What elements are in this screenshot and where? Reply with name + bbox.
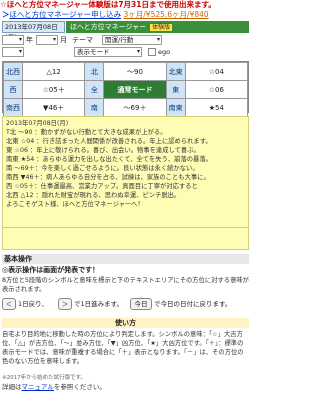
footnote: ※2017年から始めた試行版です。 [2,375,87,381]
usage-paragraph: 自宅より目的地に移動した時の方位により判定します。シンボルの意味：「☆」大吉方位… [2,331,244,365]
dir-label-north: 北 [84,62,105,81]
app-title-text: ほへと方位マネージャー [70,23,147,31]
dir-label-west: 西 [3,80,23,99]
reading-line: 南東 ★54 ：あらゆる運力を出しな出たくて、全てを失う、崩落の暴落。 [6,156,212,163]
reading-line: 北西 △12 ：隠れた財宝が現れる、思わぬ幸運、ピンチ脱出。 [6,192,181,199]
dir-value-northeast[interactable]: ☆04 [184,62,249,81]
dir-label-southwest: 南西 [3,98,23,117]
dir-value-southeast[interactable]: ★54 [184,98,249,117]
date-selector[interactable]: 2013年07月08日(月) [2,21,65,41]
trial-notice: ☆ほへと方位マネージャー体験版は7月31日まで使用出来ます。 [0,0,216,9]
reading-line: 西 ☆05＋：仕事運最高、営業力アップ。真面目に丁寧が対応すると [6,183,198,190]
trial-tag: 体験版 [150,24,173,31]
usage-text: 自宅より目的地に移動した時の方位により判定します。シンボルの意味：「☆」大吉方位… [2,330,249,366]
subscribe-prefix: ＞ [2,10,10,19]
reading-line: 北東 ☆04 ：行き詰まった人間関係が改善される。年上に認められます。 [6,138,212,145]
reading-textarea[interactable]: 2013年07月08日(月) T北 ～90 ：動かずがない行動とて大きな成果が上… [2,116,249,228]
ops-title: ◎表示操作は画面が発表です！ [2,266,100,274]
month-label: 月 [60,36,67,44]
reading-textarea-fill [2,228,249,250]
controls-row: 年 月 テーマ 開運/行動 [2,34,249,46]
today-button[interactable]: 今日 [130,298,152,310]
prev-day-text: 1日戻り、 [18,300,48,308]
manual-prefix: 詳細は [2,383,22,391]
subscribe-price[interactable]: 3ヶ月/¥525,6ヶ月/¥840 [124,10,209,19]
extra-select[interactable] [2,47,24,57]
grid-row: 西 ☆05＋ 全 通常モード 東 ☆06 [3,80,249,99]
reading-line: 南 ～69＋：今を楽しく過ごせるように。良い状態は永く続かない。 [6,165,199,172]
today-text: で今日の日付に戻ります。 [154,300,232,308]
dir-value-southwest[interactable]: ▼46＋ [21,98,86,117]
grid-row: 南西 ▼46＋ 南 ～69＋ 南東 ★54 [3,98,249,117]
theme-select[interactable]: 開運/行動 [102,35,162,45]
display-mode-select[interactable]: 表示モード [74,47,142,57]
dir-value-east[interactable]: ☆06 [184,80,249,99]
usage-heading: 使い方 [2,318,249,328]
basic-ops-heading: 基本操作 [2,254,249,264]
ego-checkbox[interactable] [148,48,156,56]
dir-value-south[interactable]: ～69＋ [103,98,167,117]
ego-label: ego [158,48,171,56]
subscribe-link[interactable]: ほへと方位マネージャー申し込み [10,10,122,19]
manual-link[interactable]: マニュアル [22,383,54,391]
year-label: 年 [26,36,33,44]
dir-label-all: 全 [84,80,105,99]
reading-line: T北 ～90 ：動かずがない行動とて大きな成果が上がる。 [6,129,167,136]
dir-value-north[interactable]: ～90 [103,62,167,81]
prev-day-button[interactable]: ＜ [2,298,16,310]
header-bar: 2013年07月08日(月) ほへと方位マネージャー体験版 [2,21,249,41]
dir-value-west[interactable]: ☆05＋ [21,80,86,99]
dir-label-east: 東 [165,80,186,99]
mode-indicator[interactable]: 通常モード [103,80,167,99]
app-title: ほへと方位マネージャー 体験版 [66,21,249,33]
manual-link-row: 詳細はマニュアルを参照ください。 [2,383,249,392]
controls-row-2: 表示モード ego [2,47,249,58]
month-select[interactable] [36,35,58,45]
ops-description: 8方位と5段階のシンボルと意味を標示と下のテキストエリアにその方位に対する意味が… [2,277,249,293]
reading-line: 東 ☆06 ：年上に敬けられる。喜び、出会い。物事を達成して喜ぶ。 [6,147,200,154]
dir-label-southeast: 南東 [165,98,186,117]
reading-line: よろこそゲスト様、ほへと方位マネージャーへ！ [6,201,144,208]
dir-label-south: 南 [84,98,105,117]
grid-row: 北西 △12 北 ～90 北東 ☆04 [3,62,249,81]
theme-label: テーマ [72,36,93,44]
date-nav-row: ＜ 1日戻り、 ＞ で1日進みます。 今日 で今日の日付に戻ります。 [2,297,249,311]
next-day-text: で1日進みます。 [74,300,123,308]
reading-line: 南西 ▼46＋：病人あらゆる自分を占る、試練は、家族のことも大事に。 [6,174,210,181]
reading-line: 2013年07月08日(月) [6,120,69,127]
manual-suffix: を参照ください。 [53,383,106,391]
subscribe-banner[interactable]: ＞ほへと方位マネージャー申し込み 3ヶ月/¥525,6ヶ月/¥840 [2,10,249,20]
next-day-button[interactable]: ＞ [58,298,72,310]
direction-grid: 北西 △12 北 ～90 北東 ☆04 西 ☆05＋ 全 通常モード 東 ☆06… [2,61,249,117]
year-select[interactable] [2,35,24,45]
dir-label-northeast: 北東 [165,62,186,81]
dir-value-northwest[interactable]: △12 [21,62,86,81]
dir-label-northwest: 北西 [3,62,23,81]
